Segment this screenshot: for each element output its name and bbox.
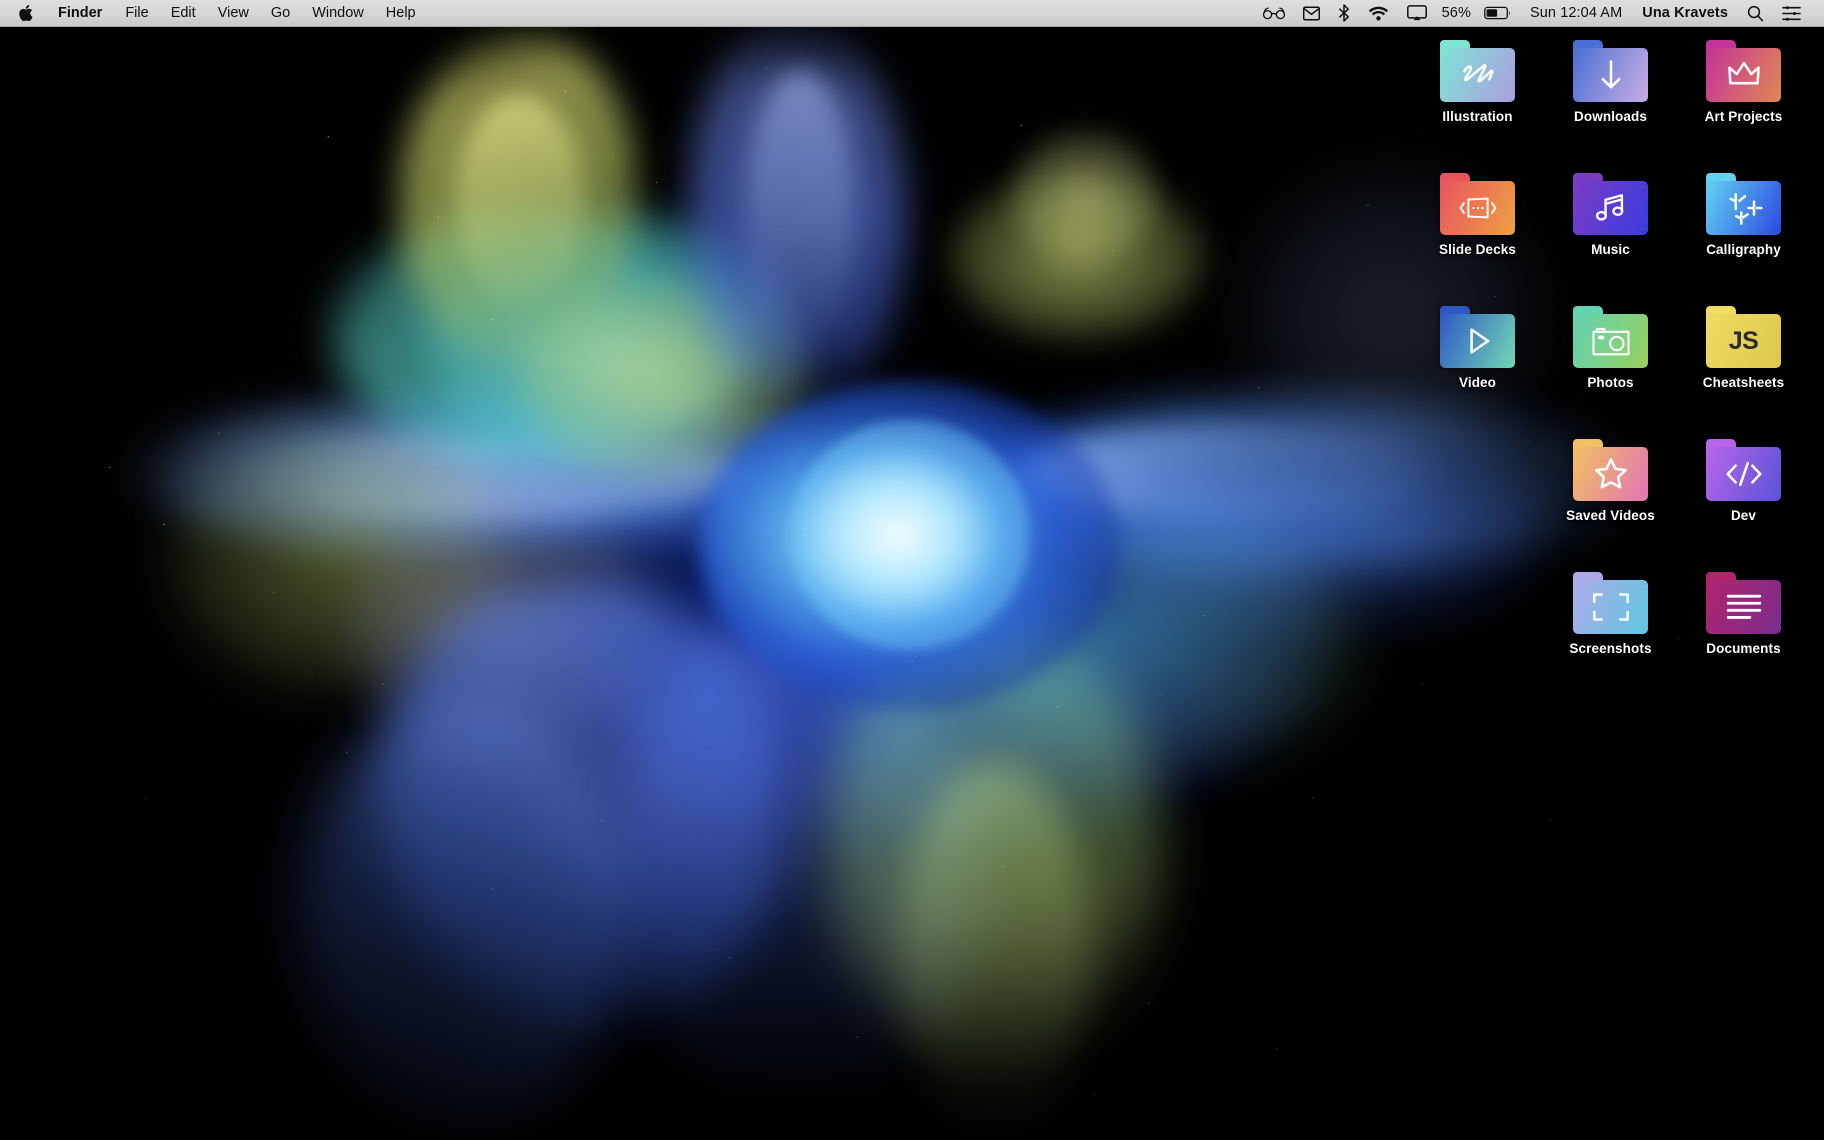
desktop-icon-music[interactable]: Music [1544, 172, 1677, 305]
desktop-icon-art-projects[interactable]: Art Projects [1677, 39, 1810, 172]
desktop-icon-screenshots[interactable]: Screenshots [1544, 571, 1677, 704]
folder-icon-screenshots[interactable] [1573, 572, 1648, 634]
menu-item-view[interactable]: View [207, 2, 260, 25]
folder-body [1573, 314, 1648, 368]
desktop-icon-photos[interactable]: Photos [1544, 305, 1677, 438]
code-brackets-icon [1724, 454, 1764, 494]
desktop-icon-label: Video [1459, 375, 1496, 390]
menu-item-finder[interactable]: Finder [46, 2, 114, 25]
folder-body [1440, 181, 1515, 235]
vision-accessibility-icon[interactable] [1254, 0, 1294, 27]
desktop-icon-label: Photos [1587, 375, 1633, 390]
menu-bar-left: Finder File Edit View Go Window Help [0, 2, 427, 25]
play-icon [1458, 321, 1498, 361]
desktop-icon-slot-empty [1411, 571, 1544, 704]
desktop-icon-label: Illustration [1442, 109, 1512, 124]
desktop-icon-downloads[interactable]: Downloads [1544, 39, 1677, 172]
folder-icon-cheatsheets[interactable]: JS [1706, 306, 1781, 368]
folder-icon-downloads[interactable] [1573, 40, 1648, 102]
music-notes-icon [1591, 188, 1631, 228]
folder-icon-documents[interactable] [1706, 572, 1781, 634]
folder-icon-music[interactable] [1573, 173, 1648, 235]
menu-item-window[interactable]: Window [301, 2, 375, 25]
folder-icon-dev[interactable] [1706, 439, 1781, 501]
presentation-icon [1458, 188, 1498, 228]
sparkles-icon [1724, 188, 1764, 228]
folder-icon-photos[interactable] [1573, 306, 1648, 368]
desktop-icon-documents[interactable]: Documents [1677, 571, 1810, 704]
crown-icon [1724, 55, 1764, 95]
desktop-icon-label: Cheatsheets [1703, 375, 1784, 390]
battery-icon[interactable] [1475, 0, 1520, 27]
menu-bar: Finder File Edit View Go Window Help [0, 0, 1824, 27]
desktop-icon-label: Saved Videos [1566, 508, 1655, 523]
js-icon: JS [1729, 329, 1759, 354]
desktop-icon-label: Dev [1731, 508, 1756, 523]
bluetooth-icon[interactable] [1329, 0, 1359, 27]
wifi-icon[interactable] [1359, 0, 1398, 27]
folder-icon-calligraphy[interactable] [1706, 173, 1781, 235]
airplay-screen-mirroring-icon[interactable] [1398, 0, 1436, 27]
desktop-icon-label: Documents [1706, 641, 1780, 656]
mail-envelope-icon[interactable] [1294, 0, 1329, 27]
menu-bar-status-area: 56% Sun 12:04 AM Una Kravets [1254, 0, 1824, 27]
folder-body: JS [1706, 314, 1781, 368]
desktop-icon-label: Slide Decks [1439, 242, 1516, 257]
menu-item-edit[interactable]: Edit [160, 2, 207, 25]
folder-body [1706, 48, 1781, 102]
scribble-icon [1458, 55, 1498, 95]
desktop-icon-slot-empty [1411, 438, 1544, 571]
menu-bar-clock[interactable]: Sun 12:04 AM [1520, 0, 1632, 27]
desktop-icon-dev[interactable]: Dev [1677, 438, 1810, 571]
desktop-icon-label: Screenshots [1569, 641, 1651, 656]
desktop-icon-illustration[interactable]: Illustration [1411, 39, 1544, 172]
battery-percentage: 56% [1436, 0, 1475, 27]
desktop-icon-saved-videos[interactable]: Saved Videos [1544, 438, 1677, 571]
search-icon[interactable] [1738, 0, 1773, 27]
folder-icon-saved-videos[interactable] [1573, 439, 1648, 501]
desktop-icon-label: Art Projects [1705, 109, 1783, 124]
folder-body [1706, 580, 1781, 634]
folder-body [1573, 580, 1648, 634]
menu-bar-user-name[interactable]: Una Kravets [1632, 0, 1738, 27]
desktop-icon-video[interactable]: Video [1411, 305, 1544, 438]
folder-body [1440, 48, 1515, 102]
menu-item-go[interactable]: Go [260, 2, 301, 25]
control-center-icon[interactable] [1773, 0, 1810, 27]
desktop-icon-cheatsheets[interactable]: JS Cheatsheets [1677, 305, 1810, 438]
desktop-icon-calligraphy[interactable]: Calligraphy [1677, 172, 1810, 305]
folder-icon-art-projects[interactable] [1706, 40, 1781, 102]
folder-body [1440, 314, 1515, 368]
desktop-icon-label: Calligraphy [1706, 242, 1781, 257]
star-icon [1591, 454, 1631, 494]
folder-icon-slide-decks[interactable] [1440, 173, 1515, 235]
folder-body [1706, 181, 1781, 235]
menu-item-file[interactable]: File [114, 2, 159, 25]
text-lines-icon [1724, 587, 1764, 627]
crop-frame-icon [1591, 587, 1631, 627]
folder-icon-illustration[interactable] [1440, 40, 1515, 102]
folder-body [1706, 447, 1781, 501]
folder-body [1573, 48, 1648, 102]
desktop-icon-slide-decks[interactable]: Slide Decks [1411, 172, 1544, 305]
folder-icon-video[interactable] [1440, 306, 1515, 368]
arrow-down-icon [1591, 55, 1631, 95]
camera-icon [1591, 321, 1631, 361]
menu-item-help[interactable]: Help [375, 2, 427, 25]
folder-body [1573, 447, 1648, 501]
apple-logo-icon[interactable] [10, 4, 46, 22]
desktop-icon-label: Music [1591, 242, 1630, 257]
folder-body [1573, 181, 1648, 235]
desktop-icon-label: Downloads [1574, 109, 1647, 124]
desktop-icon-grid: Illustration Downloads Art Projects Slide D… [1411, 39, 1810, 704]
